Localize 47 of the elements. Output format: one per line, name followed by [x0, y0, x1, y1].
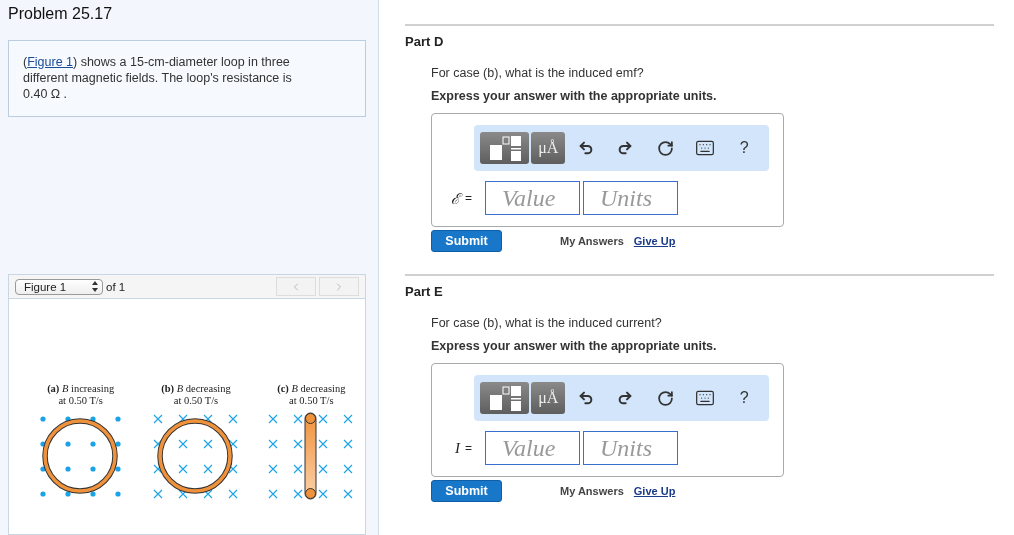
question-text: For case (b), what is the induced current? — [431, 316, 663, 330]
templates-icon — [487, 135, 522, 161]
figure-caption: (b) B decreasing — [161, 383, 231, 395]
reset-icon — [656, 389, 674, 407]
reset-icon — [656, 139, 674, 157]
redo-icon — [617, 390, 634, 406]
give-up-link[interactable]: Give Up — [633, 235, 676, 247]
help-button[interactable]: ? — [725, 132, 763, 164]
problem-text: (Figure 1) shows a 15-cm-diameter loop in three different magnetic fields. The loop's resistance is 0.40 Ω . — [23, 54, 293, 102]
figure-caption: at 0.50 T/s — [173, 395, 219, 407]
my-answers-link[interactable]: My Answers — [560, 485, 624, 497]
give-up-link[interactable]: Give Up — [633, 485, 676, 497]
equals-sign: = — [465, 441, 472, 455]
value-field[interactable]: Value — [485, 181, 580, 215]
instruction-text: Express your answer with the appropriate units. — [431, 89, 718, 103]
part-title: Part D — [405, 34, 445, 49]
problem-title: Problem 25.17 — [8, 5, 114, 23]
undo-icon — [577, 140, 594, 156]
submit-button[interactable]: Submit — [431, 230, 502, 252]
equals-sign: = — [465, 191, 472, 205]
figure-select[interactable]: Figure 1 — [15, 278, 103, 295]
keyboard-icon — [694, 138, 715, 158]
units-field[interactable]: Units — [583, 181, 678, 215]
figure-caption: at 0.50 T/s — [58, 395, 103, 407]
variable-label: I — [454, 439, 460, 457]
select-arrows-icon — [92, 281, 98, 292]
templates-button[interactable] — [480, 132, 530, 164]
templates-button[interactable] — [480, 382, 530, 414]
submit-button[interactable]: Submit — [431, 480, 502, 502]
units-button[interactable]: μÅ — [531, 382, 566, 414]
value-field[interactable]: Value — [485, 431, 580, 465]
figure-caption: (c) B decreasing — [277, 383, 346, 395]
my-answers-link[interactable]: My Answers — [560, 235, 624, 247]
instruction-text: Express your answer with the appropriate units. — [431, 339, 718, 353]
part-title: Part E — [405, 284, 444, 299]
help-button[interactable]: ? — [725, 382, 763, 414]
figure-link[interactable]: Figure 1 — [27, 55, 74, 69]
redo-icon — [617, 140, 634, 156]
figure-caption: (a) B increasing — [47, 383, 115, 395]
units-button[interactable]: μÅ — [531, 132, 566, 164]
templates-icon — [487, 385, 522, 411]
units-field[interactable]: Units — [583, 431, 678, 465]
question-text: For case (b), what is the induced emf? — [431, 66, 645, 80]
undo-icon — [577, 390, 594, 406]
figure-count: of 1 — [106, 280, 126, 293]
figure-caption: at 0.50 T/s — [289, 395, 334, 407]
keyboard-icon — [694, 388, 715, 408]
